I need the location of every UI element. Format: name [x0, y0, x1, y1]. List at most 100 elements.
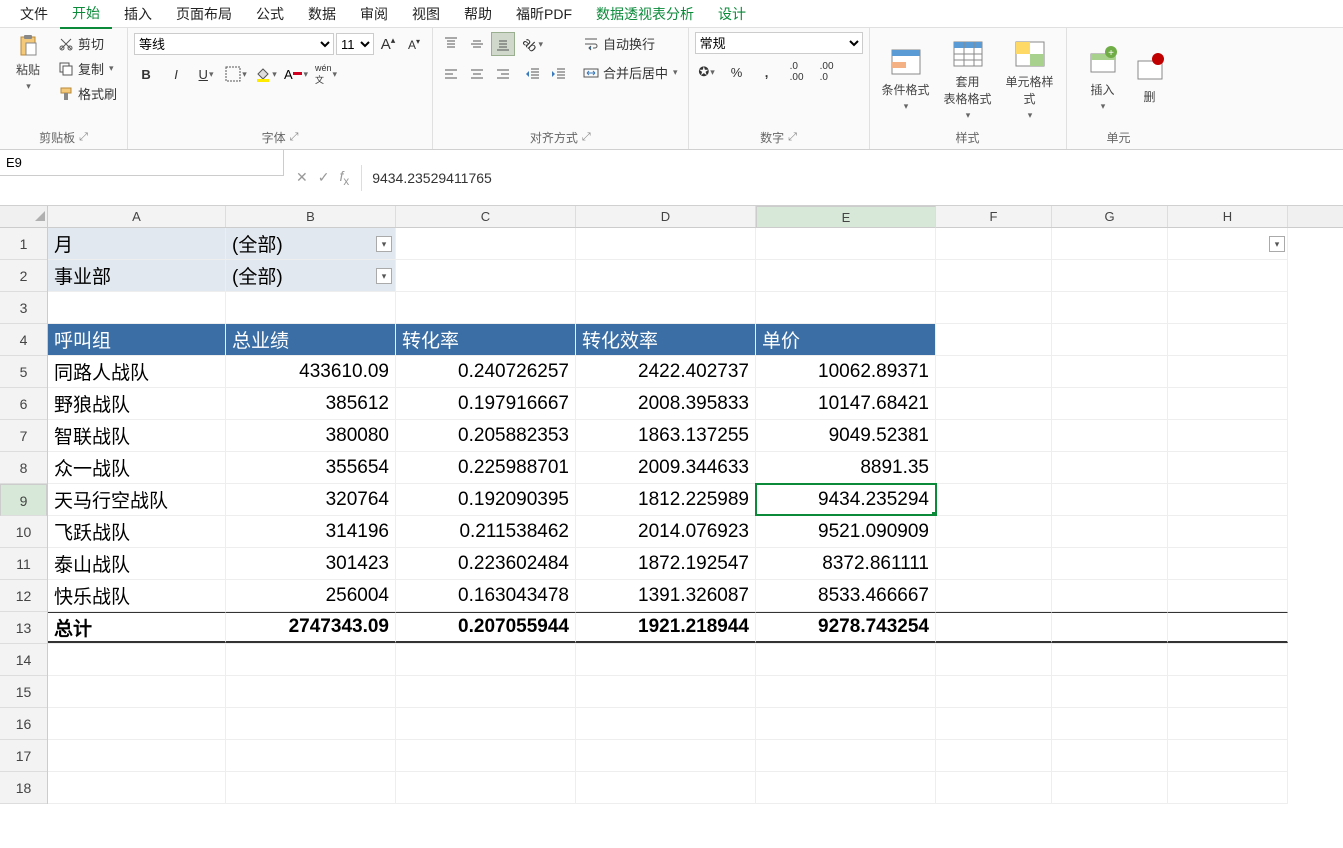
font-size-select[interactable]: 11 — [336, 33, 374, 55]
cell[interactable] — [936, 356, 1052, 387]
cell[interactable] — [48, 772, 226, 803]
cell[interactable]: 0.211538462 — [396, 516, 576, 547]
cell[interactable] — [1052, 292, 1168, 323]
cell[interactable]: 10062.89371 — [756, 356, 936, 387]
cell[interactable] — [936, 484, 1052, 515]
cell[interactable]: 总业绩 — [226, 324, 396, 355]
row-header-6[interactable]: 6 — [0, 388, 47, 420]
cell[interactable]: 8891.35 — [756, 452, 936, 483]
cell[interactable] — [1052, 388, 1168, 419]
cell[interactable] — [756, 644, 936, 675]
row-header-13[interactable]: 13 — [0, 612, 47, 644]
cell[interactable]: 转化效率 — [576, 324, 756, 355]
paste-button[interactable]: 粘贴 ▾ — [6, 32, 50, 94]
cell[interactable] — [396, 676, 576, 707]
delete-cells-button[interactable]: 删 — [1135, 51, 1165, 107]
cell[interactable] — [48, 740, 226, 771]
filter-dropdown-icon[interactable]: ▾ — [376, 236, 392, 252]
cell[interactable] — [1168, 356, 1288, 387]
cell[interactable] — [1052, 516, 1168, 547]
cell[interactable]: 1872.192547 — [576, 548, 756, 579]
cell[interactable] — [936, 260, 1052, 291]
cell[interactable] — [1168, 292, 1288, 323]
formula-input[interactable]: 9434.23529411765 — [362, 166, 1343, 190]
row-header-14[interactable]: 14 — [0, 644, 47, 676]
cell[interactable]: 快乐战队 — [48, 580, 226, 611]
increase-decimal-button[interactable]: .0.00 — [785, 60, 809, 84]
cells-area[interactable]: 月(全部)▾事业部(全部)▾呼叫组▾总业绩转化率转化效率单价同路人战队43361… — [48, 228, 1288, 804]
cell[interactable]: 飞跃战队 — [48, 516, 226, 547]
cell[interactable]: 众一战队 — [48, 452, 226, 483]
cell[interactable] — [576, 292, 756, 323]
cell[interactable]: 1391.326087 — [576, 580, 756, 611]
copy-button[interactable]: 复制▾ — [54, 57, 121, 80]
cell[interactable] — [576, 772, 756, 803]
cell[interactable] — [1052, 324, 1168, 355]
align-middle-button[interactable] — [465, 32, 489, 56]
row-header-10[interactable]: 10 — [0, 516, 47, 548]
cell[interactable] — [936, 388, 1052, 419]
cell[interactable] — [1168, 580, 1288, 611]
cell[interactable]: 1863.137255 — [576, 420, 756, 451]
increase-indent-button[interactable] — [547, 62, 571, 86]
cell[interactable]: 1921.218944 — [576, 612, 756, 643]
cell[interactable] — [226, 708, 396, 739]
cell[interactable] — [756, 708, 936, 739]
row-header-9[interactable]: 9 — [0, 484, 47, 516]
format-painter-button[interactable]: 格式刷 — [54, 82, 121, 105]
cell[interactable] — [936, 708, 1052, 739]
row-header-3[interactable]: 3 — [0, 292, 47, 324]
cell[interactable]: 8372.861111 — [756, 548, 936, 579]
cell[interactable]: 同路人战队 — [48, 356, 226, 387]
menu-review[interactable]: 审阅 — [348, 0, 400, 28]
cell[interactable]: 301423 — [226, 548, 396, 579]
cell[interactable]: 0.205882353 — [396, 420, 576, 451]
border-button[interactable]: ▾ — [224, 62, 248, 86]
cell[interactable]: 385612 — [226, 388, 396, 419]
cell[interactable] — [1168, 708, 1288, 739]
cell[interactable] — [226, 644, 396, 675]
cell[interactable] — [936, 420, 1052, 451]
cell[interactable]: 事业部 — [48, 260, 226, 291]
menu-insert[interactable]: 插入 — [112, 0, 164, 28]
cell[interactable]: 泰山战队 — [48, 548, 226, 579]
cell[interactable] — [936, 516, 1052, 547]
cell[interactable]: 0.197916667 — [396, 388, 576, 419]
menu-file[interactable]: 文件 — [8, 0, 60, 28]
cancel-formula-icon[interactable]: ✕ — [296, 169, 308, 186]
menu-pivot-analyze[interactable]: 数据透视表分析 — [584, 0, 706, 28]
cell[interactable] — [1168, 740, 1288, 771]
row-header-5[interactable]: 5 — [0, 356, 47, 388]
row-header-16[interactable]: 16 — [0, 708, 47, 740]
cell[interactable] — [48, 676, 226, 707]
col-header-B[interactable]: B — [226, 206, 396, 227]
cell[interactable] — [576, 228, 756, 259]
cell[interactable] — [1052, 772, 1168, 803]
fill-color-button[interactable]: ▾ — [254, 62, 278, 86]
font-name-select[interactable]: 等线 — [134, 33, 334, 55]
menu-design[interactable]: 设计 — [706, 0, 758, 28]
cell[interactable] — [576, 676, 756, 707]
dialog-launcher-icon[interactable]: ⤢ — [788, 131, 797, 144]
cell[interactable] — [576, 708, 756, 739]
cell[interactable] — [1052, 356, 1168, 387]
cell[interactable]: 0.223602484 — [396, 548, 576, 579]
cell[interactable] — [1168, 420, 1288, 451]
cell[interactable] — [1168, 516, 1288, 547]
col-header-H[interactable]: H — [1168, 206, 1288, 227]
cell[interactable] — [396, 772, 576, 803]
cell[interactable]: (全部)▾ — [226, 260, 396, 291]
cell[interactable]: 433610.09 — [226, 356, 396, 387]
row-header-4[interactable]: 4 — [0, 324, 47, 356]
cell[interactable]: 9278.743254 — [756, 612, 936, 643]
cell[interactable]: 智联战队 — [48, 420, 226, 451]
cell[interactable]: 2747343.09 — [226, 612, 396, 643]
fx-icon[interactable]: fx — [339, 168, 349, 188]
cell[interactable] — [396, 260, 576, 291]
col-header-A[interactable]: A — [48, 206, 226, 227]
cell[interactable] — [936, 580, 1052, 611]
cell[interactable] — [396, 644, 576, 675]
cell[interactable]: 10147.68421 — [756, 388, 936, 419]
cell[interactable]: 0.225988701 — [396, 452, 576, 483]
row-header-8[interactable]: 8 — [0, 452, 47, 484]
